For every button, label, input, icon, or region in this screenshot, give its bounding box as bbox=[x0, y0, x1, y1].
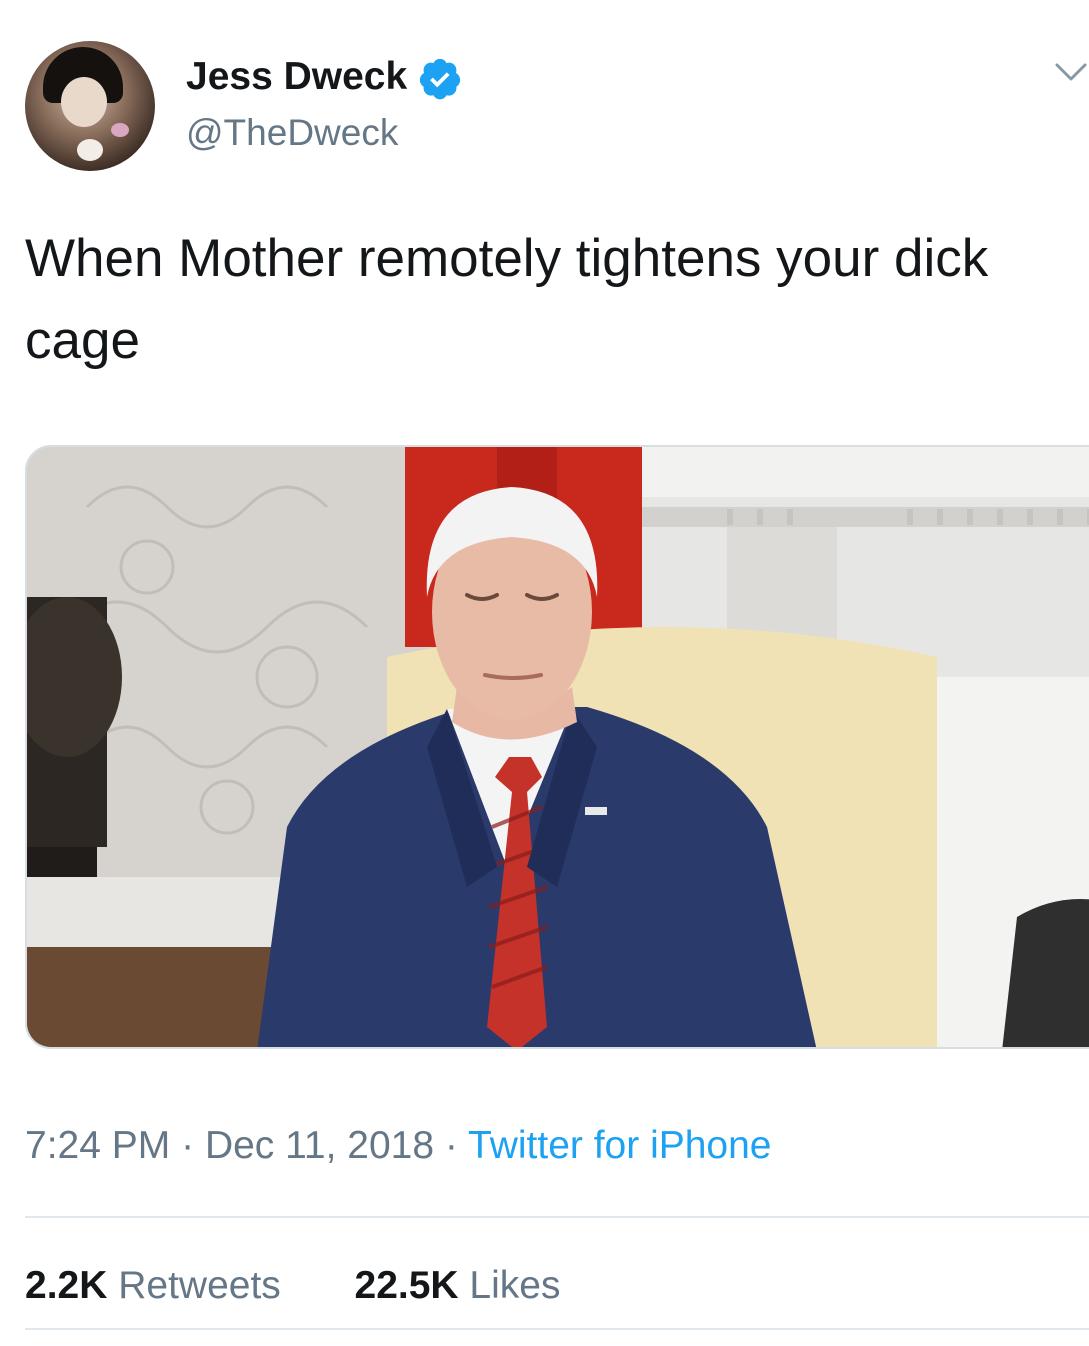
meta-separator: · bbox=[444, 1124, 458, 1167]
retweets-stat[interactable]: 2.2K Retweets bbox=[25, 1264, 292, 1307]
tweet-photo[interactable] bbox=[25, 445, 1089, 1049]
author-handle[interactable]: @TheDweck bbox=[186, 112, 398, 154]
avatar-flower bbox=[77, 139, 103, 161]
chevron-down-icon[interactable] bbox=[1055, 62, 1087, 84]
avatar-face bbox=[61, 77, 107, 127]
tweet-text: When Mother remotely tightens your dick … bbox=[25, 229, 989, 370]
likes-stat[interactable]: 22.5K Likes bbox=[355, 1264, 561, 1307]
divider bbox=[25, 1328, 1089, 1330]
meta-separator: · bbox=[181, 1124, 195, 1167]
tweet-time[interactable]: 7:24 PM bbox=[25, 1124, 170, 1167]
retweets-count: 2.2K bbox=[25, 1264, 108, 1307]
divider bbox=[25, 1216, 1089, 1218]
likes-label: Likes bbox=[469, 1264, 561, 1307]
author-name[interactable]: Jess Dweck bbox=[186, 55, 407, 99]
tweet-date[interactable]: Dec 11, 2018 bbox=[205, 1124, 434, 1167]
verified-badge-icon bbox=[417, 56, 463, 102]
retweets-label: Retweets bbox=[118, 1264, 281, 1307]
tweet-source-link[interactable]: Twitter for iPhone bbox=[468, 1124, 771, 1167]
tweet-stats: 2.2K Retweets 22.5K Likes bbox=[25, 1264, 560, 1308]
tweet-meta: 7:24 PM · Dec 11, 2018 · Twitter for iPh… bbox=[25, 1124, 772, 1168]
likes-count: 22.5K bbox=[354, 1264, 459, 1307]
author-avatar[interactable] bbox=[25, 41, 155, 171]
author-name-row[interactable]: Jess Dweck bbox=[186, 54, 463, 100]
